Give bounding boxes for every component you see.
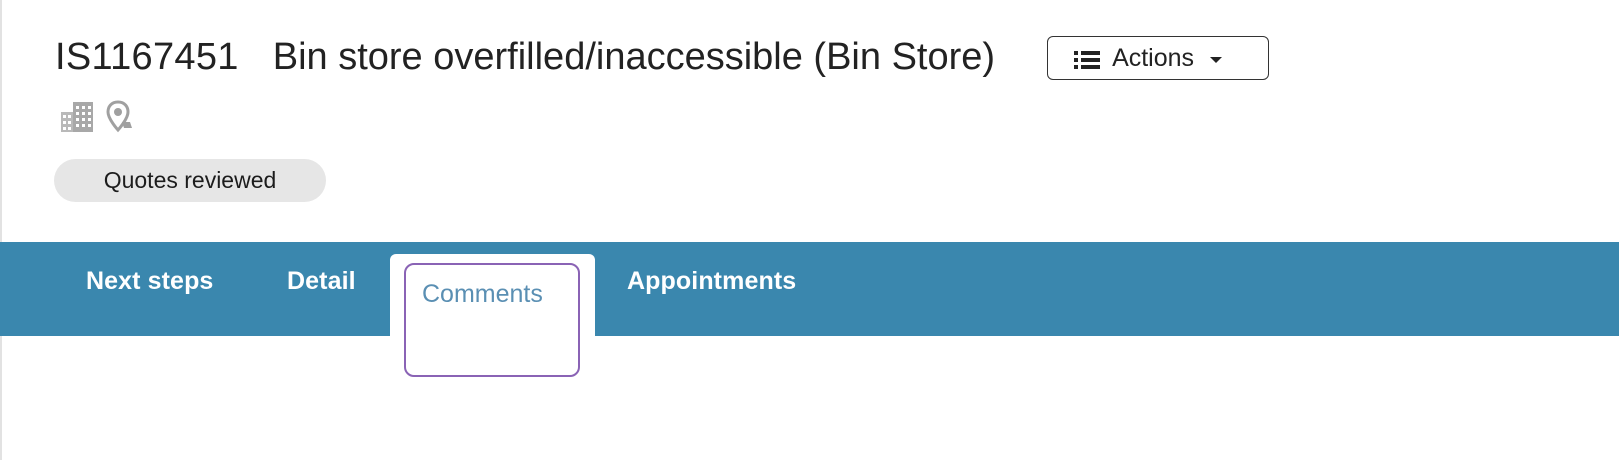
page-left-border <box>0 0 2 460</box>
tab-appointments[interactable]: Appointments <box>627 267 796 296</box>
tab-detail[interactable]: Detail <box>287 267 356 296</box>
meta-icons <box>60 100 136 139</box>
status-badge: Quotes reviewed <box>54 159 326 202</box>
tab-next-steps[interactable]: Next steps <box>86 267 213 296</box>
case-title: Bin store overfilled/inaccessible (Bin S… <box>272 35 996 78</box>
case-id: IS1167451 <box>55 35 239 78</box>
location-pin-icon[interactable] <box>106 100 136 139</box>
tab-bar: Next steps Detail Appointments <box>0 242 1619 336</box>
focus-highlight <box>404 263 580 377</box>
actions-button[interactable]: Actions <box>1047 36 1270 80</box>
actions-label: Actions <box>1112 43 1195 72</box>
building-icon[interactable] <box>60 100 94 139</box>
page-header: IS1167451 Bin store overfilled/inaccessi… <box>55 34 1270 80</box>
caret-down-icon <box>1210 56 1223 63</box>
list-icon <box>1074 48 1101 69</box>
